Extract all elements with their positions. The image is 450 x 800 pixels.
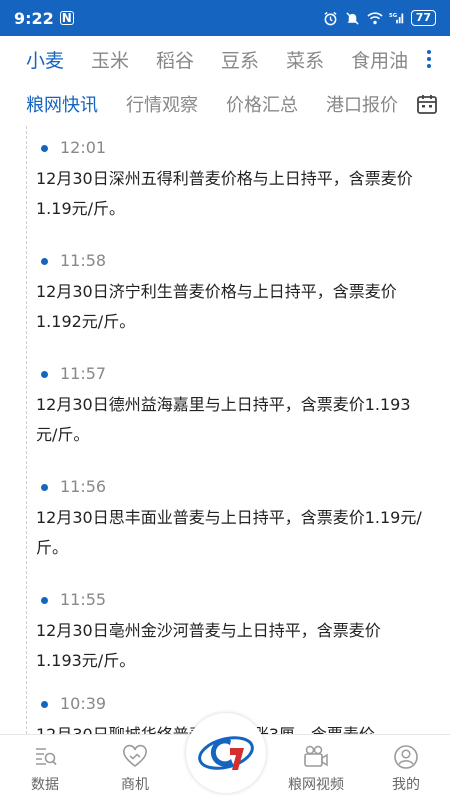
alarm-icon (323, 10, 339, 26)
timeline-dot (41, 145, 48, 152)
tab-market-watch[interactable]: 行情观察 (126, 91, 198, 117)
status-bar: 9:22 N 5G 77 (0, 0, 450, 36)
nav-business[interactable]: 商机 (103, 743, 167, 794)
timeline-dot (41, 371, 48, 378)
tab-rapeseed[interactable]: 菜系 (286, 46, 324, 73)
more-vertical-icon (427, 50, 431, 68)
timeline-dot (41, 258, 48, 265)
calendar-button[interactable] (404, 82, 450, 126)
nfc-icon: N (59, 11, 74, 25)
nav-data-label: 数据 (31, 777, 59, 793)
wifi-icon (367, 10, 383, 26)
home-logo-button[interactable] (186, 713, 266, 793)
news-text: 12月30日亳州金沙河普麦与上日持平，含票麦价1.193元/斤。 (36, 621, 381, 670)
news-feed[interactable]: 12:01 12月30日深州五得利普麦价格与上日持平，含票麦价1.19元/斤。 … (0, 126, 450, 734)
battery-indicator: 77 (410, 10, 436, 26)
tab-price-summary[interactable]: 价格汇总 (226, 91, 298, 117)
data-icon (31, 743, 59, 771)
signal-label: 5G (389, 13, 397, 19)
tab-edible-oil[interactable]: 食用油 (351, 46, 408, 73)
status-time: 9:22 (14, 8, 54, 28)
news-time: 11:57 (60, 364, 107, 383)
tab-beans[interactable]: 豆系 (221, 46, 259, 73)
category-tabs: 小麦 玉米 稻谷 豆系 菜系 食用油 (0, 36, 450, 82)
user-avatar-icon (392, 743, 420, 771)
news-time: 11:56 (60, 477, 107, 496)
nav-video-label: 粮网视频 (288, 777, 344, 793)
timeline-dot (41, 597, 48, 604)
nav-data[interactable]: 数据 (13, 743, 77, 794)
handshake-icon (121, 743, 149, 771)
signal-icon: 5G (389, 10, 405, 26)
tab-news-flash[interactable]: 粮网快讯 (26, 91, 98, 117)
news-time: 12:01 (60, 138, 107, 157)
bottom-navigation: 数据 商机 粮网视频 我的 (0, 713, 450, 800)
video-camera-icon (302, 743, 330, 771)
tab-corn[interactable]: 玉米 (91, 46, 129, 73)
news-text: 12月30日济宁利生普麦价格与上日持平，含票麦价1.192元/斤。 (36, 282, 397, 331)
tab-rice[interactable]: 稻谷 (156, 46, 194, 73)
news-text: 12月30日德州益海嘉里与上日持平，含票麦价1.193元/斤。 (36, 395, 411, 444)
sub-tabs: 粮网快讯 行情观察 价格汇总 港口报价 (0, 82, 450, 126)
nav-mine[interactable]: 我的 (374, 743, 438, 794)
tab-wheat[interactable]: 小麦 (26, 46, 64, 73)
nav-business-label: 商机 (121, 777, 149, 793)
timeline-dot (41, 484, 48, 491)
news-text: 12月30日思丰面业普麦与上日持平，含票麦价1.19元/斤。 (36, 508, 422, 557)
news-time: 11:55 (60, 590, 107, 609)
mute-icon (345, 10, 361, 26)
news-time: 11:58 (60, 251, 107, 270)
more-categories-button[interactable] (408, 36, 450, 82)
app-logo-icon (198, 736, 254, 770)
nav-mine-label: 我的 (392, 777, 420, 793)
nav-video[interactable]: 粮网视频 (284, 743, 348, 794)
tab-port-quotes[interactable]: 港口报价 (326, 91, 398, 117)
news-time: 10:39 (60, 694, 107, 713)
news-text: 12月30日深州五得利普麦价格与上日持平，含票麦价1.19元/斤。 (36, 169, 413, 218)
timeline-dot (41, 701, 48, 708)
timeline-line (26, 126, 27, 734)
calendar-icon (417, 95, 437, 114)
status-icons: 5G 77 (323, 10, 436, 26)
